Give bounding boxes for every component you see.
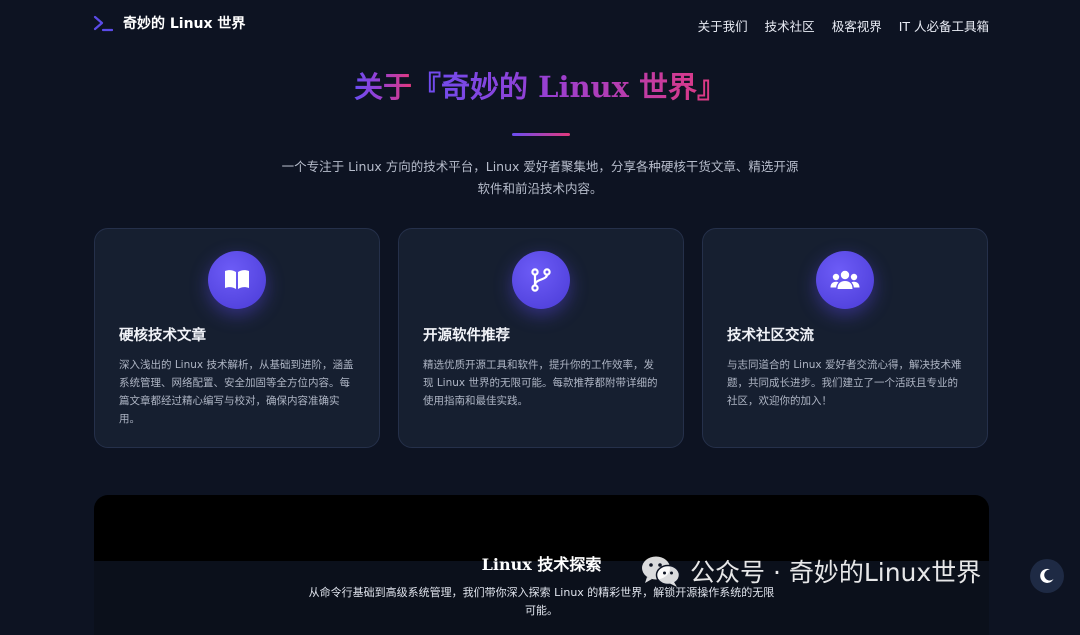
watermark-text: 公众号 · 奇妙的Linux世界: [690, 558, 982, 587]
top-nav: 奇妙的 Linux 世界 关于我们 技术社区 极客视界 IT 人必备工具箱: [0, 0, 1080, 48]
card-title: 开源软件推荐: [423, 327, 510, 344]
card-title: 硬核技术文章: [119, 327, 206, 344]
nav-menu: 关于我们 技术社区 极客视界 IT 人必备工具箱: [698, 16, 989, 35]
card-text: 精选优质开源工具和软件，提升你的工作效率，发现 Linux 世界的无限可能。每款…: [423, 359, 658, 407]
panel-description: 从命令行基础到高级系统管理，我们带你深入探索 Linux 的精彩世界，解锁开源操…: [308, 586, 775, 617]
theme-toggle-button[interactable]: [1030, 559, 1064, 593]
card-text: 与志同道合的 Linux 爱好者交流心得，解决技术难题，共同成长进步。我们建立了…: [727, 359, 962, 407]
title-highlight: 『奇妙的 Linux 世界』: [411, 70, 727, 104]
nav-item-about[interactable]: 关于我们: [698, 16, 748, 35]
wechat-icon: [642, 556, 681, 587]
moon-icon: [1040, 568, 1054, 583]
hero-description: 一个专注于 Linux 方向的技术平台，Linux 爱好者聚集地，分享各种硬核干…: [281, 159, 799, 196]
nav-item-geek-view[interactable]: 极客视界: [832, 16, 882, 35]
feature-card-community[interactable]: 技术社区交流 与志同道合的 Linux 爱好者交流心得，解决技术难题，共同成长进…: [702, 228, 988, 448]
terminal-icon: [93, 15, 113, 32]
book-icon: [225, 270, 249, 289]
icon-badge: [816, 251, 874, 309]
brand[interactable]: 奇妙的 Linux 世界: [93, 13, 245, 33]
card-title: 技术社区交流: [727, 327, 814, 344]
title-prefix: 关于: [353, 70, 412, 104]
icon-badge: [512, 251, 570, 309]
wechat-watermark: 公众号 · 奇妙的Linux世界: [640, 553, 981, 589]
brand-name: 奇妙的 Linux 世界: [123, 16, 246, 32]
feature-card-articles[interactable]: 硬核技术文章 深入浅出的 Linux 技术解析，从基础到进阶，涵盖系统管理、网络…: [94, 228, 380, 448]
card-text: 深入浅出的 Linux 技术解析，从基础到进阶，涵盖系统管理、网络配置、安全加固…: [119, 359, 354, 425]
users-icon: [830, 270, 860, 289]
code-branch-icon: [531, 268, 551, 292]
nav-item-toolbox[interactable]: IT 人必备工具箱: [899, 16, 989, 35]
page-title: 关于『奇妙的 Linux 世界』: [0, 64, 1080, 106]
feature-card-opensource[interactable]: 开源软件推荐 精选优质开源工具和软件，提升你的工作效率，发现 Linux 世界的…: [398, 228, 684, 448]
title-divider: [512, 133, 570, 136]
nav-item-community[interactable]: 技术社区: [765, 16, 815, 35]
icon-badge: [208, 251, 266, 309]
